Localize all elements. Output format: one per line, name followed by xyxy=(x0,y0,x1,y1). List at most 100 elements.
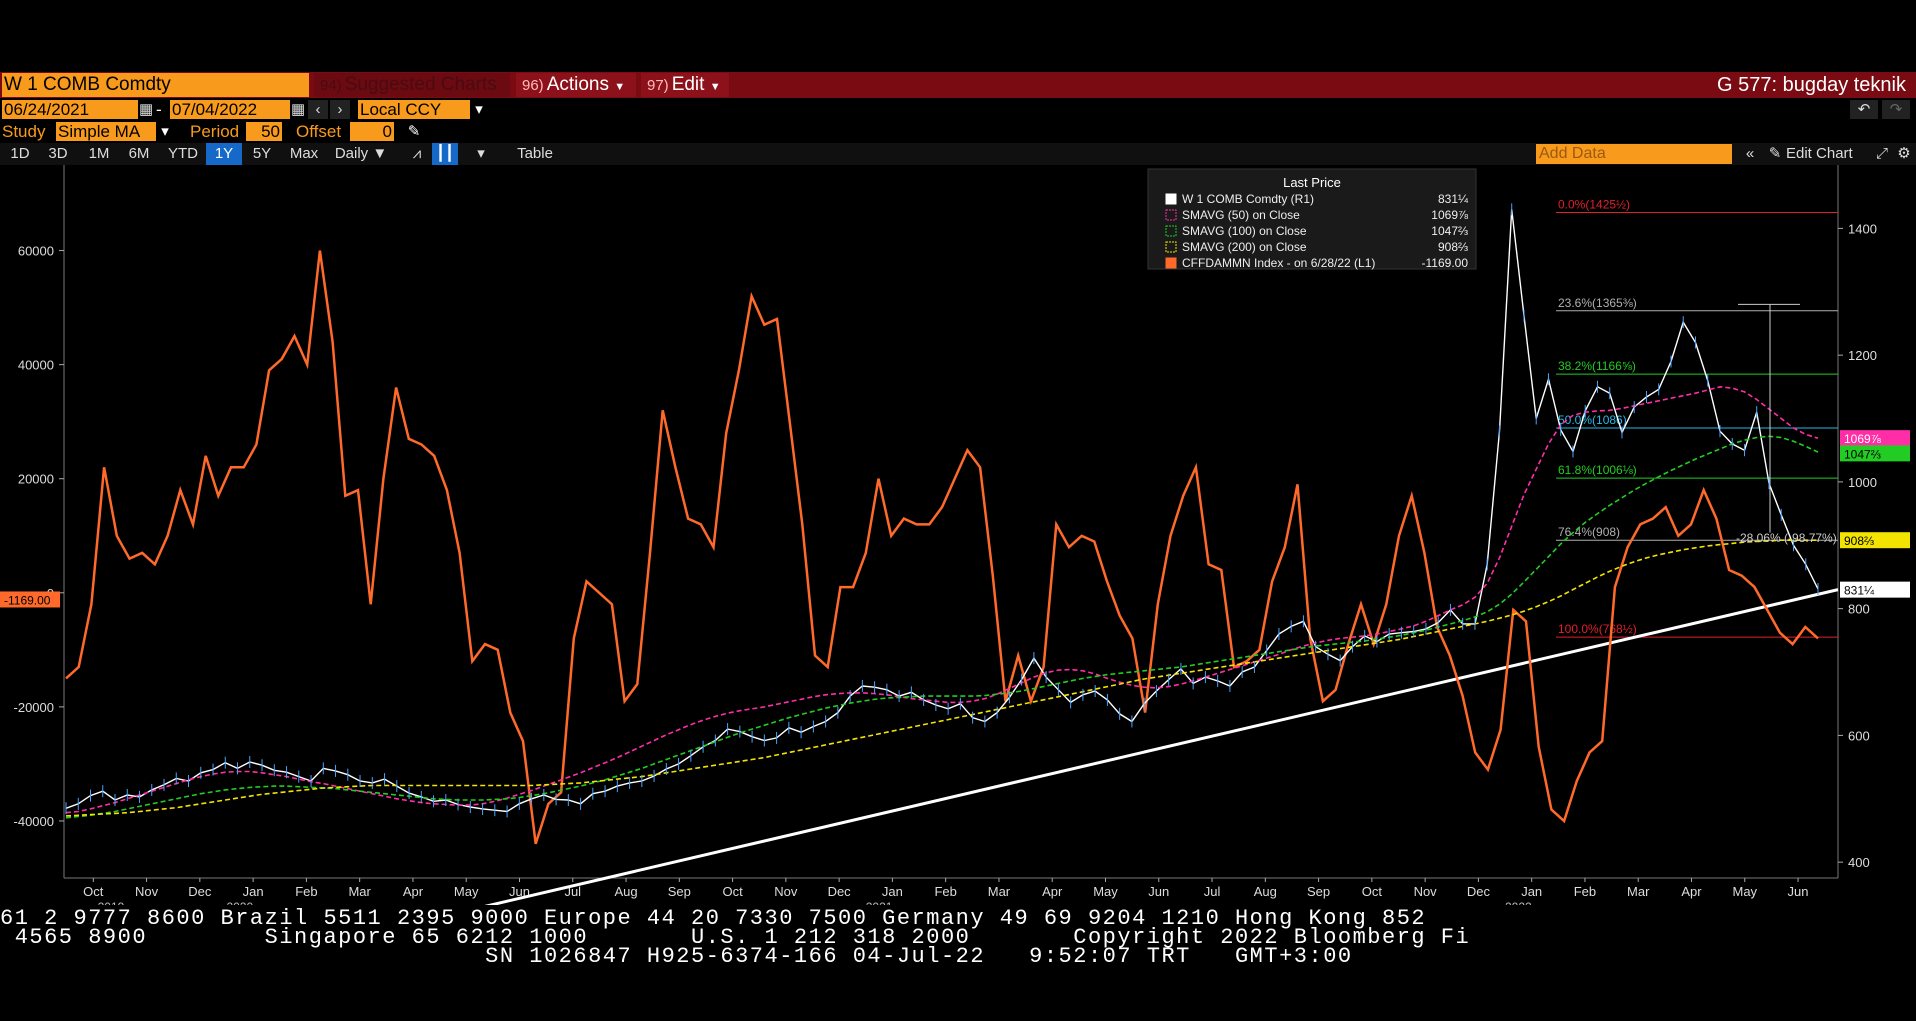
suggested-charts-button[interactable]: 94) Suggested Charts xyxy=(314,73,510,97)
frequency-select[interactable]: Daily ▼ xyxy=(330,143,392,165)
left-tick-label: 40000 xyxy=(18,358,54,373)
chevron-down-icon[interactable]: ▾ xyxy=(470,143,492,165)
undo-icon[interactable]: ↶ xyxy=(1850,100,1878,119)
legend-entry-value: 1069⅞ xyxy=(1431,208,1469,222)
chevron-down-icon: ▼ xyxy=(709,81,721,93)
expand-icon[interactable]: ⤢ xyxy=(1872,143,1892,165)
currency-select[interactable]: Local CCY xyxy=(358,100,470,119)
calendar-icon[interactable]: ▦ xyxy=(291,100,305,119)
range-1m-button[interactable]: 1M xyxy=(80,143,118,165)
right-tick-label: 1000 xyxy=(1848,475,1877,490)
x-tick-label: Apr xyxy=(403,884,424,899)
year-label: 2022 xyxy=(1505,900,1532,905)
legend-entry-value: 1047⅔ xyxy=(1431,224,1468,238)
fib-level-label: 100.0%(768½) xyxy=(1558,622,1637,636)
right-value-tag-text: 908⅔ xyxy=(1844,534,1874,548)
right-value-tag-text: 1069⅞ xyxy=(1844,432,1882,446)
right-value-tag-text: 831¼ xyxy=(1844,584,1875,598)
x-tick-label: May xyxy=(454,884,479,899)
legend-swatch xyxy=(1165,193,1177,205)
legend-entry-value: 908⅔ xyxy=(1438,240,1468,254)
actions-menu-button[interactable]: 96) Actions ▼ xyxy=(516,73,636,97)
redo-icon[interactable]: ↷ xyxy=(1882,100,1910,119)
x-tick-label: Oct xyxy=(722,884,743,899)
calendar-icon[interactable]: ▦ xyxy=(139,100,153,119)
x-tick-label: Aug xyxy=(1254,884,1277,899)
right-tick-label: 800 xyxy=(1848,602,1870,617)
chevron-down-icon[interactable]: ▾ xyxy=(158,122,172,141)
year-label: 2021 xyxy=(866,900,893,905)
x-tick-label: Jan xyxy=(1521,884,1542,899)
x-tick-label: Mar xyxy=(1627,884,1650,899)
range-5y-button[interactable]: 5Y xyxy=(246,143,278,165)
study-select[interactable]: Simple MA xyxy=(56,122,156,141)
start-date-field[interactable]: 06/24/2021 xyxy=(2,100,138,119)
security-field[interactable]: W 1 COMB Comdty xyxy=(2,73,309,97)
x-tick-label: Jun xyxy=(1788,884,1809,899)
actions-number: 96) xyxy=(522,77,544,94)
range-1y-button[interactable]: 1Y xyxy=(206,143,242,165)
add-data-input[interactable]: Add Data xyxy=(1536,144,1732,164)
end-date-field[interactable]: 07/04/2022 xyxy=(170,100,290,119)
legend-entry-label: SMAVG (100) on Close xyxy=(1182,224,1307,238)
fib-level-label: 23.6%(1365⅜) xyxy=(1558,296,1637,310)
pencil-icon[interactable]: ✎ xyxy=(404,122,424,141)
x-tick-label: Feb xyxy=(295,884,317,899)
chevron-down-icon: ▼ xyxy=(614,81,626,93)
period-label: Period xyxy=(190,122,240,141)
right-tick-label: 600 xyxy=(1848,728,1870,743)
x-tick-label: Mar xyxy=(348,884,371,899)
x-tick-label: Apr xyxy=(1042,884,1063,899)
offset-field[interactable]: 0 xyxy=(350,122,394,141)
date-separator: - xyxy=(156,100,162,119)
legend-entry-value: 831¼ xyxy=(1438,192,1469,206)
candlestick-icon[interactable]: ┃┃ xyxy=(432,143,458,165)
period-field[interactable]: 50 xyxy=(246,122,282,141)
x-tick-label: Aug xyxy=(614,884,637,899)
year-label: 2019 xyxy=(98,900,125,905)
frequency-label: Daily xyxy=(334,145,369,162)
x-tick-label: Oct xyxy=(83,884,104,899)
left-tick-label: -40000 xyxy=(14,814,54,829)
x-tick-label: Mar xyxy=(988,884,1011,899)
fib-level-label: 38.2%(1166⅝) xyxy=(1558,359,1636,373)
x-tick-label: May xyxy=(1093,884,1118,899)
x-tick-label: Jun xyxy=(1148,884,1169,899)
fib-level-label: 0.0%(1425½) xyxy=(1558,198,1630,212)
suggested-charts-label: Suggested Charts xyxy=(344,74,497,95)
x-tick-label: Nov xyxy=(1414,884,1438,899)
suggested-charts-number: 94) xyxy=(320,77,342,94)
legend-title: Last Price xyxy=(1283,175,1341,190)
gear-icon[interactable]: ⚙ xyxy=(1894,143,1914,165)
chart-group-title: G 577: bugday teknik xyxy=(1716,74,1906,96)
cffdammn-series xyxy=(65,250,1819,845)
previous-arrow-icon[interactable]: ‹ xyxy=(308,100,328,119)
edit-menu-button[interactable]: 97) Edit ▼ xyxy=(641,73,729,97)
study-label: Study xyxy=(2,122,46,141)
table-button[interactable]: Table xyxy=(498,143,572,165)
range-1d-button[interactable]: 1D xyxy=(2,143,38,165)
range-3d-button[interactable]: 3D xyxy=(40,143,76,165)
edit-chart-button[interactable]: Edit Chart xyxy=(1786,143,1870,165)
range-ytd-button[interactable]: YTD xyxy=(162,143,204,165)
sma200-series xyxy=(65,539,1818,817)
edit-label: Edit xyxy=(671,74,705,95)
right-tick-label: 1400 xyxy=(1848,221,1877,236)
x-tick-label: Dec xyxy=(828,884,852,899)
x-tick-label: Apr xyxy=(1681,884,1702,899)
legend-entry-value: -1169.00 xyxy=(1422,256,1469,270)
left-tick-label: 60000 xyxy=(18,244,54,259)
collapse-icon[interactable]: « xyxy=(1740,143,1760,165)
range-max-button[interactable]: Max xyxy=(282,143,326,165)
legend-entry-label: SMAVG (50) on Close xyxy=(1182,208,1300,222)
x-tick-label: Jul xyxy=(1204,884,1221,899)
range-6m-button[interactable]: 6M xyxy=(120,143,158,165)
next-arrow-icon[interactable]: › xyxy=(330,100,350,119)
offset-label: Offset xyxy=(296,122,342,141)
line-chart-icon[interactable]: ⩘ xyxy=(404,143,430,165)
pencil-icon: ✎ xyxy=(1768,145,1782,162)
chevron-down-icon[interactable]: ▾ xyxy=(472,100,486,119)
x-tick-label: Feb xyxy=(1574,884,1596,899)
legend-swatch xyxy=(1165,257,1177,269)
price-chart[interactable]: -40000-200000200004000060000400600800100… xyxy=(0,165,1916,905)
